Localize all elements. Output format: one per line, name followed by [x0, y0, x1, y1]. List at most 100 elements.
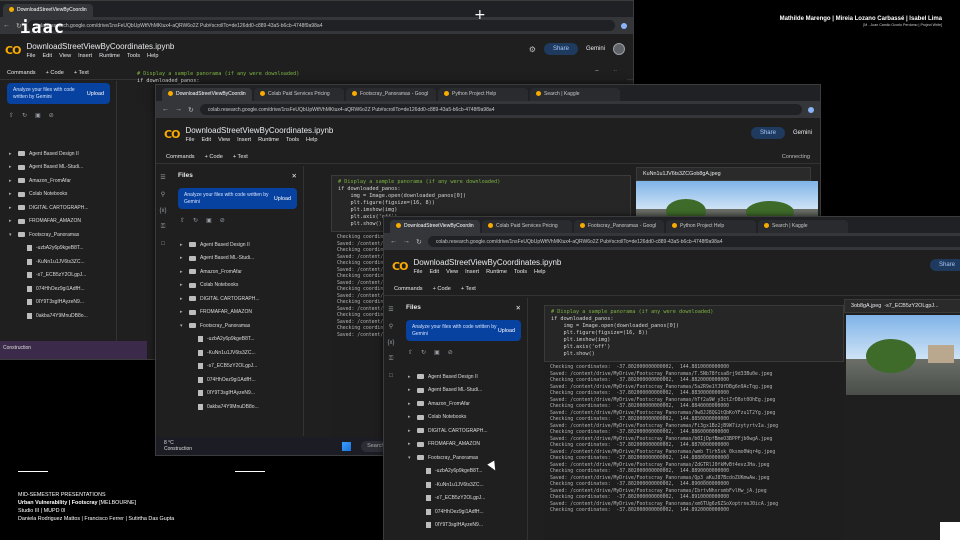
tree-folder[interactable]: ▸ Colab Notebooks — [9, 188, 116, 202]
tree-folder[interactable]: ▸ Agent Based Design II — [180, 238, 303, 252]
search-icon[interactable]: ⚲ — [389, 323, 393, 330]
upload-button[interactable]: Upload — [498, 328, 515, 334]
refresh-icon[interactable]: ↻ — [193, 217, 198, 224]
menu-help[interactable]: Help — [534, 269, 546, 275]
tree-folder[interactable]: ▸ Colab Notebooks — [408, 411, 527, 425]
tree-folder[interactable]: ▸ FROMAFAR_AMAZON — [9, 215, 116, 229]
mount-drive-icon[interactable]: ▣ — [206, 217, 212, 224]
share-button[interactable]: Share — [543, 43, 578, 55]
menu-view[interactable]: View — [446, 269, 458, 275]
menu-view[interactable]: View — [218, 137, 230, 143]
hide-icon[interactable]: ⊘ — [220, 217, 225, 224]
tree-folder[interactable]: ▸ DIGITAL CARTOGRAPH... — [408, 424, 527, 438]
share-button[interactable]: Share — [929, 259, 960, 271]
add-text-button[interactable]: + Text — [74, 70, 89, 76]
menu-edit[interactable]: Edit — [201, 137, 211, 143]
variables-icon[interactable]: {x} — [159, 208, 166, 214]
tree-folder[interactable]: ▸ Agent Based Design II — [9, 147, 116, 161]
image-preview-tab[interactable]: KuNn1u1JV6ts3ZCGob8gA.jpeg — [636, 167, 811, 181]
tab-pricing[interactable]: Colab Paid Services Pricing — [254, 88, 344, 101]
tree-file[interactable]: -s7_ECB5zY2OLgpJ... — [408, 492, 527, 506]
menu-edit[interactable]: Edit — [42, 53, 52, 59]
upload-button[interactable]: Upload — [87, 91, 104, 97]
tab-colab[interactable]: DownloadStreetViewByCoordin — [390, 220, 480, 233]
menu-tools[interactable]: Tools — [127, 53, 140, 59]
menu-insert[interactable]: Insert — [465, 269, 479, 275]
tree-file[interactable]: 074HhOez9gi1AdfH... — [408, 505, 527, 519]
gemini-button[interactable]: Gemini — [793, 130, 812, 136]
tree-folder[interactable]: ▸ Agent Based ML-Studi... — [408, 384, 527, 398]
secrets-icon[interactable]: ⚿ — [389, 356, 394, 363]
add-code-button[interactable]: + Code — [205, 154, 223, 160]
tree-file[interactable]: 074HhOez9gi1AdfH... — [9, 282, 116, 296]
reload-icon[interactable]: ↻ — [188, 106, 194, 114]
menu-runtime[interactable]: Runtime — [258, 137, 279, 143]
secrets-icon[interactable]: ⚿ — [161, 224, 166, 231]
tree-folder[interactable]: ▸ Agent Based ML-Studi... — [9, 161, 116, 175]
menu-view[interactable]: View — [59, 53, 71, 59]
menu-runtime[interactable]: Runtime — [486, 269, 507, 275]
tree-folder-open[interactable]: ▾ Footscray_Panoramas — [9, 228, 116, 242]
tab-python-help[interactable]: Python Project Help — [438, 88, 528, 101]
menu-file[interactable]: File — [26, 53, 35, 59]
close-icon[interactable]: ✕ — [292, 172, 297, 180]
add-text-button[interactable]: + Text — [461, 286, 476, 292]
upload-file-icon[interactable]: ⇧ — [408, 349, 413, 356]
tree-folder[interactable]: ▸ Amazon_FromAfar — [180, 265, 303, 279]
runtime-status[interactable]: Connecting — [782, 154, 810, 160]
toc-icon[interactable]: ☰ — [388, 306, 393, 313]
tree-folder[interactable]: ▸ DIGITAL CARTOGRAPH... — [9, 201, 116, 215]
tree-folder[interactable]: ▸ FROMAFAR_AMAZON — [180, 306, 303, 320]
extension-icon[interactable] — [808, 106, 814, 113]
address-input[interactable]: colab.research.google.com/drive/1nsFeUQb… — [199, 104, 802, 115]
tab-kaggle[interactable]: Search | Kaggle — [758, 220, 848, 233]
tab-colab[interactable]: DownloadStreetViewByCoordin — [162, 88, 252, 101]
refresh-icon[interactable]: ↻ — [421, 349, 426, 356]
tree-file[interactable]: -uzbA2y6p9kgeB8T... — [408, 465, 527, 479]
tab-colab[interactable]: DownloadStreetViewByCoordin — [3, 4, 93, 17]
folder-icon[interactable]: □ — [389, 373, 393, 379]
back-arrow-icon[interactable]: ← — [3, 22, 10, 29]
back-arrow-icon[interactable]: ← — [390, 238, 397, 245]
notebook-title[interactable]: DownloadStreetViewByCoordinates.ipynb — [413, 258, 561, 267]
back-arrow-icon[interactable]: ← — [162, 106, 169, 113]
notebook-title[interactable]: DownloadStreetViewByCoordinates.ipynb — [26, 42, 174, 51]
tree-folder[interactable]: ▸ DIGITAL CARTOGRAPH... — [180, 292, 303, 306]
tree-file[interactable]: -uzbA2y6p9kgeB8T... — [9, 242, 116, 256]
upload-file-icon[interactable]: ⇧ — [180, 217, 185, 224]
gemini-button[interactable]: Gemini — [586, 46, 605, 52]
forward-arrow-icon[interactable]: → — [403, 238, 410, 245]
tree-file[interactable]: -s7_ECB5zY2OLgpJ... — [180, 360, 303, 374]
tree-file[interactable]: 0IY9T3sgIHAyzeN9... — [408, 519, 527, 533]
tab-pricing[interactable]: Colab Paid Services Pricing — [482, 220, 572, 233]
commands-button[interactable]: Commands — [7, 70, 36, 76]
tree-file[interactable]: 0IY9T3sgIHAyzeN9... — [180, 387, 303, 401]
add-text-button[interactable]: + Text — [233, 154, 248, 160]
tree-file[interactable]: -KuNn1u1JV6ts3ZC... — [408, 478, 527, 492]
tab-python-help[interactable]: Python Project Help — [666, 220, 756, 233]
tree-folder-open[interactable]: ▾ Footscray_Panoramas — [180, 319, 303, 333]
tree-file[interactable]: -KuNn1u1JV6ts3ZC... — [9, 255, 116, 269]
reload-icon[interactable]: ↻ — [416, 238, 422, 246]
extension-icon[interactable] — [621, 22, 627, 29]
menu-help[interactable]: Help — [147, 53, 159, 59]
refresh-icon[interactable]: ↻ — [22, 112, 27, 119]
add-code-button[interactable]: + Code — [46, 70, 64, 76]
upload-file-icon[interactable]: ⇧ — [9, 112, 14, 119]
tree-file[interactable]: -uzbA2y6p9kgeB8T... — [180, 333, 303, 347]
gear-icon[interactable]: ⚙ — [529, 45, 536, 54]
address-input[interactable]: colab.research.google.com/drive/1nsFeUQb… — [27, 20, 615, 31]
windows-start-icon[interactable] — [342, 441, 352, 451]
tree-file[interactable]: -KuNn1u1JV6ts3ZC... — [180, 346, 303, 360]
avatar[interactable] — [613, 43, 625, 55]
tree-folder-open[interactable]: ▾ Footscray_Panoramas — [408, 451, 527, 465]
hide-icon[interactable]: ⊘ — [448, 349, 453, 356]
menu-tools[interactable]: Tools — [286, 137, 299, 143]
add-code-button[interactable]: + Code — [433, 286, 451, 292]
mount-drive-icon[interactable]: ▣ — [434, 349, 440, 356]
menu-runtime[interactable]: Runtime — [99, 53, 120, 59]
code-cell[interactable]: # Display a sample panorama (if any were… — [544, 305, 844, 362]
forward-arrow-icon[interactable]: → — [175, 106, 182, 113]
menu-file[interactable]: File — [413, 269, 422, 275]
share-button[interactable]: Share — [750, 127, 785, 139]
